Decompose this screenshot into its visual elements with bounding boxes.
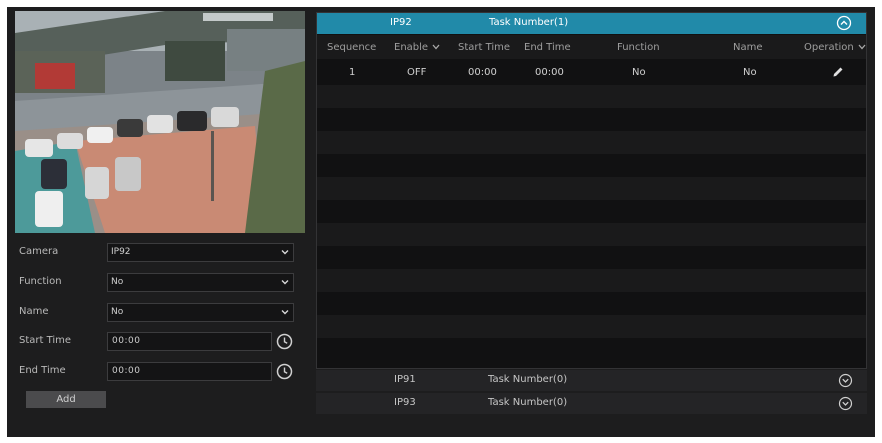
- chevron-down-icon: [281, 250, 289, 255]
- end-time-input[interactable]: 00:00: [107, 362, 272, 381]
- chevron-down-icon[interactable]: [838, 396, 853, 411]
- chevron-down-icon: [281, 280, 289, 285]
- function-select-value: No: [111, 277, 124, 287]
- pencil-icon[interactable]: [832, 66, 844, 78]
- group-camera-name: IP91: [394, 374, 416, 385]
- col-enable[interactable]: Enable: [394, 42, 440, 53]
- panel-task-number: Task Number(1): [489, 17, 569, 28]
- empty-row: [317, 131, 866, 154]
- start-time-row: Start Time 00:00: [19, 332, 294, 352]
- table-header: Sequence Enable Start Time End Time Func…: [317, 35, 866, 59]
- empty-row: [317, 338, 866, 361]
- camera-label: Camera: [19, 246, 59, 257]
- cell-end-time: 00:00: [535, 67, 564, 78]
- camera-select-value: IP92: [111, 247, 131, 257]
- name-select[interactable]: No: [107, 303, 294, 322]
- end-time-value: 00:00: [112, 366, 141, 376]
- start-time-value: 00:00: [112, 336, 141, 346]
- group-bar-ip93[interactable]: IP93 Task Number(0): [316, 393, 867, 414]
- table-row[interactable]: 1 OFF 00:00 00:00 No No: [317, 62, 866, 85]
- chevron-down-icon: [432, 44, 440, 50]
- col-function: Function: [617, 42, 660, 53]
- chevron-down-icon: [281, 310, 289, 315]
- cell-enable: OFF: [407, 67, 427, 78]
- group-task-number: Task Number(0): [488, 397, 568, 408]
- col-end-time: End Time: [524, 42, 571, 53]
- col-operation-label: Operation: [804, 42, 854, 53]
- col-sequence: Sequence: [327, 42, 377, 53]
- empty-row: [317, 223, 866, 246]
- empty-row: [317, 177, 866, 200]
- camera-select[interactable]: IP92: [107, 243, 294, 262]
- empty-row: [317, 246, 866, 269]
- camera-row: Camera IP92: [19, 243, 294, 263]
- schedule-panel: IP92 Task Number(1) Sequence Enable Star…: [316, 12, 867, 369]
- name-row: Name No: [19, 303, 294, 323]
- group-task-number: Task Number(0): [488, 374, 568, 385]
- group-camera-name: IP93: [394, 397, 416, 408]
- col-name: Name: [733, 42, 763, 53]
- function-label: Function: [19, 276, 62, 287]
- camera-preview-image: [15, 11, 305, 233]
- cell-name: No: [743, 67, 757, 78]
- col-operation[interactable]: Operation: [804, 42, 866, 53]
- empty-row: [317, 108, 866, 131]
- add-button[interactable]: Add: [26, 391, 106, 408]
- app-window: Camera IP92 Function No Name No Start Ti…: [7, 7, 875, 437]
- panel-header-ip92[interactable]: IP92 Task Number(1): [317, 13, 866, 34]
- start-time-label: Start Time: [19, 335, 72, 346]
- col-start-time: Start Time: [458, 42, 511, 53]
- col-enable-label: Enable: [394, 42, 429, 53]
- start-time-input[interactable]: 00:00: [107, 332, 272, 351]
- end-time-row: End Time 00:00: [19, 362, 294, 382]
- function-row: Function No: [19, 273, 294, 293]
- group-bar-ip91[interactable]: IP91 Task Number(0): [316, 370, 867, 391]
- empty-row: [317, 269, 866, 292]
- cell-function: No: [632, 67, 646, 78]
- camera-preview: [15, 11, 305, 233]
- empty-row: [317, 292, 866, 315]
- end-time-label: End Time: [19, 365, 66, 376]
- cell-sequence: 1: [349, 67, 356, 78]
- cell-start-time: 00:00: [468, 67, 497, 78]
- empty-row: [317, 200, 866, 223]
- clock-icon[interactable]: [276, 333, 293, 350]
- chevron-down-icon: [858, 44, 866, 50]
- panel-camera-name: IP92: [390, 17, 412, 28]
- function-select[interactable]: No: [107, 273, 294, 292]
- empty-row: [317, 85, 866, 108]
- chevron-down-icon[interactable]: [838, 373, 853, 388]
- empty-row: [317, 315, 866, 338]
- name-select-value: No: [111, 307, 124, 317]
- clock-icon[interactable]: [276, 363, 293, 380]
- empty-row: [317, 154, 866, 177]
- chevron-up-icon[interactable]: [836, 15, 852, 31]
- name-label: Name: [19, 306, 49, 317]
